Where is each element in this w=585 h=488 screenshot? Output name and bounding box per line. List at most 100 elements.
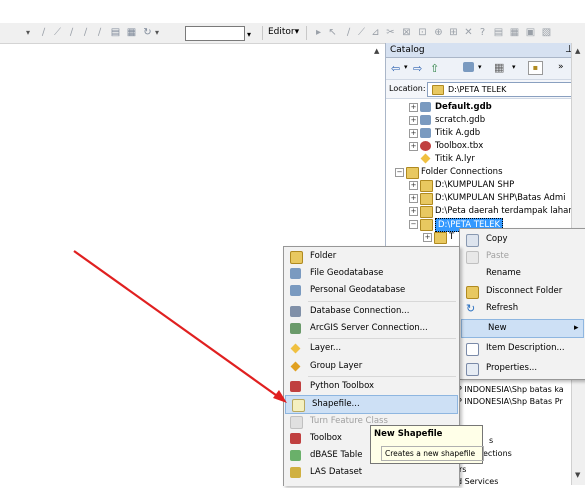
tree-item-label: D:\KUMPULAN SHP\Batas Admi bbox=[435, 193, 566, 203]
attributes-icon[interactable]: ▤ bbox=[493, 27, 504, 38]
submenu-item-database-connection[interactable]: Database Connection... bbox=[284, 303, 459, 320]
group-layer-icon bbox=[290, 361, 301, 372]
folder-icon bbox=[420, 193, 433, 205]
collapse-icon[interactable]: − bbox=[395, 168, 404, 177]
editor-options-icon[interactable]: ▧ bbox=[541, 27, 552, 38]
home-folder-icon[interactable] bbox=[446, 62, 457, 72]
file-geodatabase-icon bbox=[290, 268, 301, 279]
view-options-icon[interactable]: ▦ bbox=[494, 61, 504, 74]
catalog-title-bar[interactable]: Catalog ⊥ × bbox=[386, 43, 585, 58]
expand-icon[interactable]: + bbox=[409, 142, 418, 151]
scale-dropdown-icon[interactable]: ▾ bbox=[247, 30, 251, 39]
menu-item-new[interactable]: New ▸ bbox=[461, 319, 584, 338]
split-icon[interactable]: ⊠ bbox=[401, 27, 412, 38]
connect-dropdown-icon[interactable]: ▾ bbox=[478, 63, 482, 71]
tree-item-label: Toolbox.tbx bbox=[435, 141, 484, 151]
folder-icon bbox=[420, 219, 433, 231]
refresh-icon: ↻ bbox=[466, 302, 476, 315]
tree-item-label: Default.gdb bbox=[435, 102, 492, 112]
expand-icon[interactable]: + bbox=[409, 207, 418, 216]
submenu-arrow-icon: ▸ bbox=[574, 323, 579, 333]
reshape-icon[interactable]: ⊿ bbox=[370, 27, 381, 38]
forward-arrow-icon[interactable]: ⇨ bbox=[413, 62, 422, 75]
sketch-properties-icon[interactable]: ⊞ bbox=[448, 27, 459, 38]
expand-icon[interactable]: + bbox=[423, 233, 432, 242]
submenu-item-las-dataset[interactable]: LAS Dataset bbox=[284, 464, 459, 481]
sketch-window-icon[interactable]: ▣ bbox=[525, 27, 536, 38]
scroll-down-icon[interactable]: ▼ bbox=[575, 471, 580, 479]
connect-folder-icon[interactable] bbox=[463, 62, 474, 72]
tree-item-partial[interactable]: s bbox=[489, 435, 493, 447]
rotate-dropdown-icon[interactable]: ▾ bbox=[155, 28, 159, 37]
dropdown-arrow-icon[interactable]: ▾ bbox=[26, 28, 30, 37]
expand-icon[interactable]: + bbox=[409, 103, 418, 112]
toolbox-icon bbox=[420, 141, 431, 151]
menu-item-properties[interactable]: Properties... bbox=[460, 360, 585, 377]
submenu-item-folder[interactable]: Folder bbox=[284, 248, 459, 265]
tree-item-partial[interactable]: ections bbox=[483, 448, 512, 460]
cut-polygon-icon[interactable]: ✂ bbox=[385, 27, 396, 38]
submenu-item-personal-geodatabase[interactable]: Personal Geodatabase bbox=[284, 282, 459, 299]
location-bar: Location: D:\PETA TELEK ▾ bbox=[386, 80, 585, 99]
expand-icon[interactable]: + bbox=[409, 194, 418, 203]
draw-tool-icon[interactable]: ∕ bbox=[94, 27, 105, 38]
server-connection-icon bbox=[290, 323, 301, 334]
folder-icon bbox=[434, 232, 447, 244]
submenu-item-arcgis-server-connection[interactable]: ArcGIS Server Connection... bbox=[284, 320, 459, 337]
turn-feature-class-icon bbox=[290, 416, 303, 429]
edit-tool-icon[interactable]: ↖ bbox=[327, 27, 338, 38]
draw-line-icon[interactable]: ∕ bbox=[38, 27, 49, 38]
tree-item-partial[interactable]: P INDONESIA\Shp Batas Pr bbox=[457, 396, 563, 408]
submenu-item-shapefile[interactable]: Shapefile... bbox=[285, 395, 458, 414]
up-level-icon[interactable]: ⇧ bbox=[430, 62, 439, 75]
table-icon[interactable]: ▤ bbox=[110, 27, 121, 38]
expand-icon[interactable]: + bbox=[409, 116, 418, 125]
draw-freehand-icon[interactable]: ∕ bbox=[66, 27, 77, 38]
rotate-icon[interactable]: ↻ bbox=[142, 27, 153, 38]
create-features-icon[interactable]: ▦ bbox=[509, 27, 520, 38]
location-input[interactable]: D:\PETA TELEK ▾ bbox=[427, 82, 585, 97]
menu-item-rename[interactable]: Rename bbox=[460, 265, 585, 282]
folder-icon bbox=[420, 206, 433, 218]
menu-item-copy[interactable]: Copy bbox=[460, 231, 585, 248]
view-dropdown-icon[interactable]: ▾ bbox=[512, 63, 516, 71]
toolbar-separator bbox=[262, 26, 263, 40]
submenu-item-file-geodatabase[interactable]: File Geodatabase bbox=[284, 265, 459, 282]
las-dataset-icon bbox=[290, 467, 301, 478]
back-dropdown-icon[interactable]: ▾ bbox=[404, 63, 408, 71]
editor-menu-button[interactable]: Editor▾ bbox=[268, 27, 299, 37]
submenu-item-group-layer[interactable]: Group Layer bbox=[284, 358, 459, 375]
personal-geodatabase-icon bbox=[290, 285, 301, 296]
rotate-tool-icon[interactable]: ⊡ bbox=[417, 27, 428, 38]
grid-icon[interactable]: ▦ bbox=[126, 27, 137, 38]
expand-icon[interactable]: + bbox=[409, 129, 418, 138]
straight-segment-icon[interactable]: ∕ bbox=[343, 27, 354, 38]
delete-vertex-icon[interactable]: ✕ bbox=[463, 27, 474, 38]
topology-icon[interactable]: ⊕ bbox=[433, 27, 444, 38]
help-icon[interactable]: ? bbox=[477, 27, 488, 38]
tree-item-label: D:\Peta daerah terdampak lahar bbox=[435, 206, 572, 216]
expand-icon[interactable]: + bbox=[409, 181, 418, 190]
collapse-icon[interactable]: − bbox=[409, 220, 418, 229]
scale-input[interactable] bbox=[185, 26, 245, 41]
menu-item-refresh[interactable]: ↻ Refresh bbox=[460, 300, 585, 317]
tree-item-partial[interactable]: rs bbox=[459, 464, 466, 476]
sketch-icon[interactable]: ⟋ bbox=[356, 27, 367, 38]
submenu-item-python-toolbox[interactable]: Python Toolbox bbox=[284, 378, 459, 395]
overflow-icon[interactable]: » bbox=[558, 62, 564, 72]
location-value: D:\PETA TELEK bbox=[448, 85, 507, 94]
catalog-scroll-up-icon[interactable]: ▲ bbox=[374, 47, 379, 55]
tree-item-partial[interactable]: d Services bbox=[457, 476, 498, 488]
draw-curve-icon[interactable]: ⟋ bbox=[52, 27, 63, 38]
menu-item-item-description[interactable]: Item Description... bbox=[460, 340, 585, 357]
draw-arc-icon[interactable]: ∕ bbox=[80, 27, 91, 38]
menu-item-paste[interactable]: Paste bbox=[460, 248, 585, 265]
tree-item-partial[interactable]: P INDONESIA\Shp batas ka bbox=[457, 384, 564, 396]
menu-item-disconnect-folder[interactable]: Disconnect Folder bbox=[460, 283, 585, 300]
back-arrow-icon[interactable]: ⇦ bbox=[391, 62, 400, 75]
new-folder-icon[interactable]: ▪ bbox=[528, 61, 543, 75]
scroll-up-icon[interactable]: ▲ bbox=[575, 47, 580, 55]
submenu-item-layer[interactable]: Layer... bbox=[284, 340, 459, 357]
tree-item-label: T bbox=[449, 232, 455, 242]
play-icon[interactable]: ▸ bbox=[313, 27, 324, 38]
